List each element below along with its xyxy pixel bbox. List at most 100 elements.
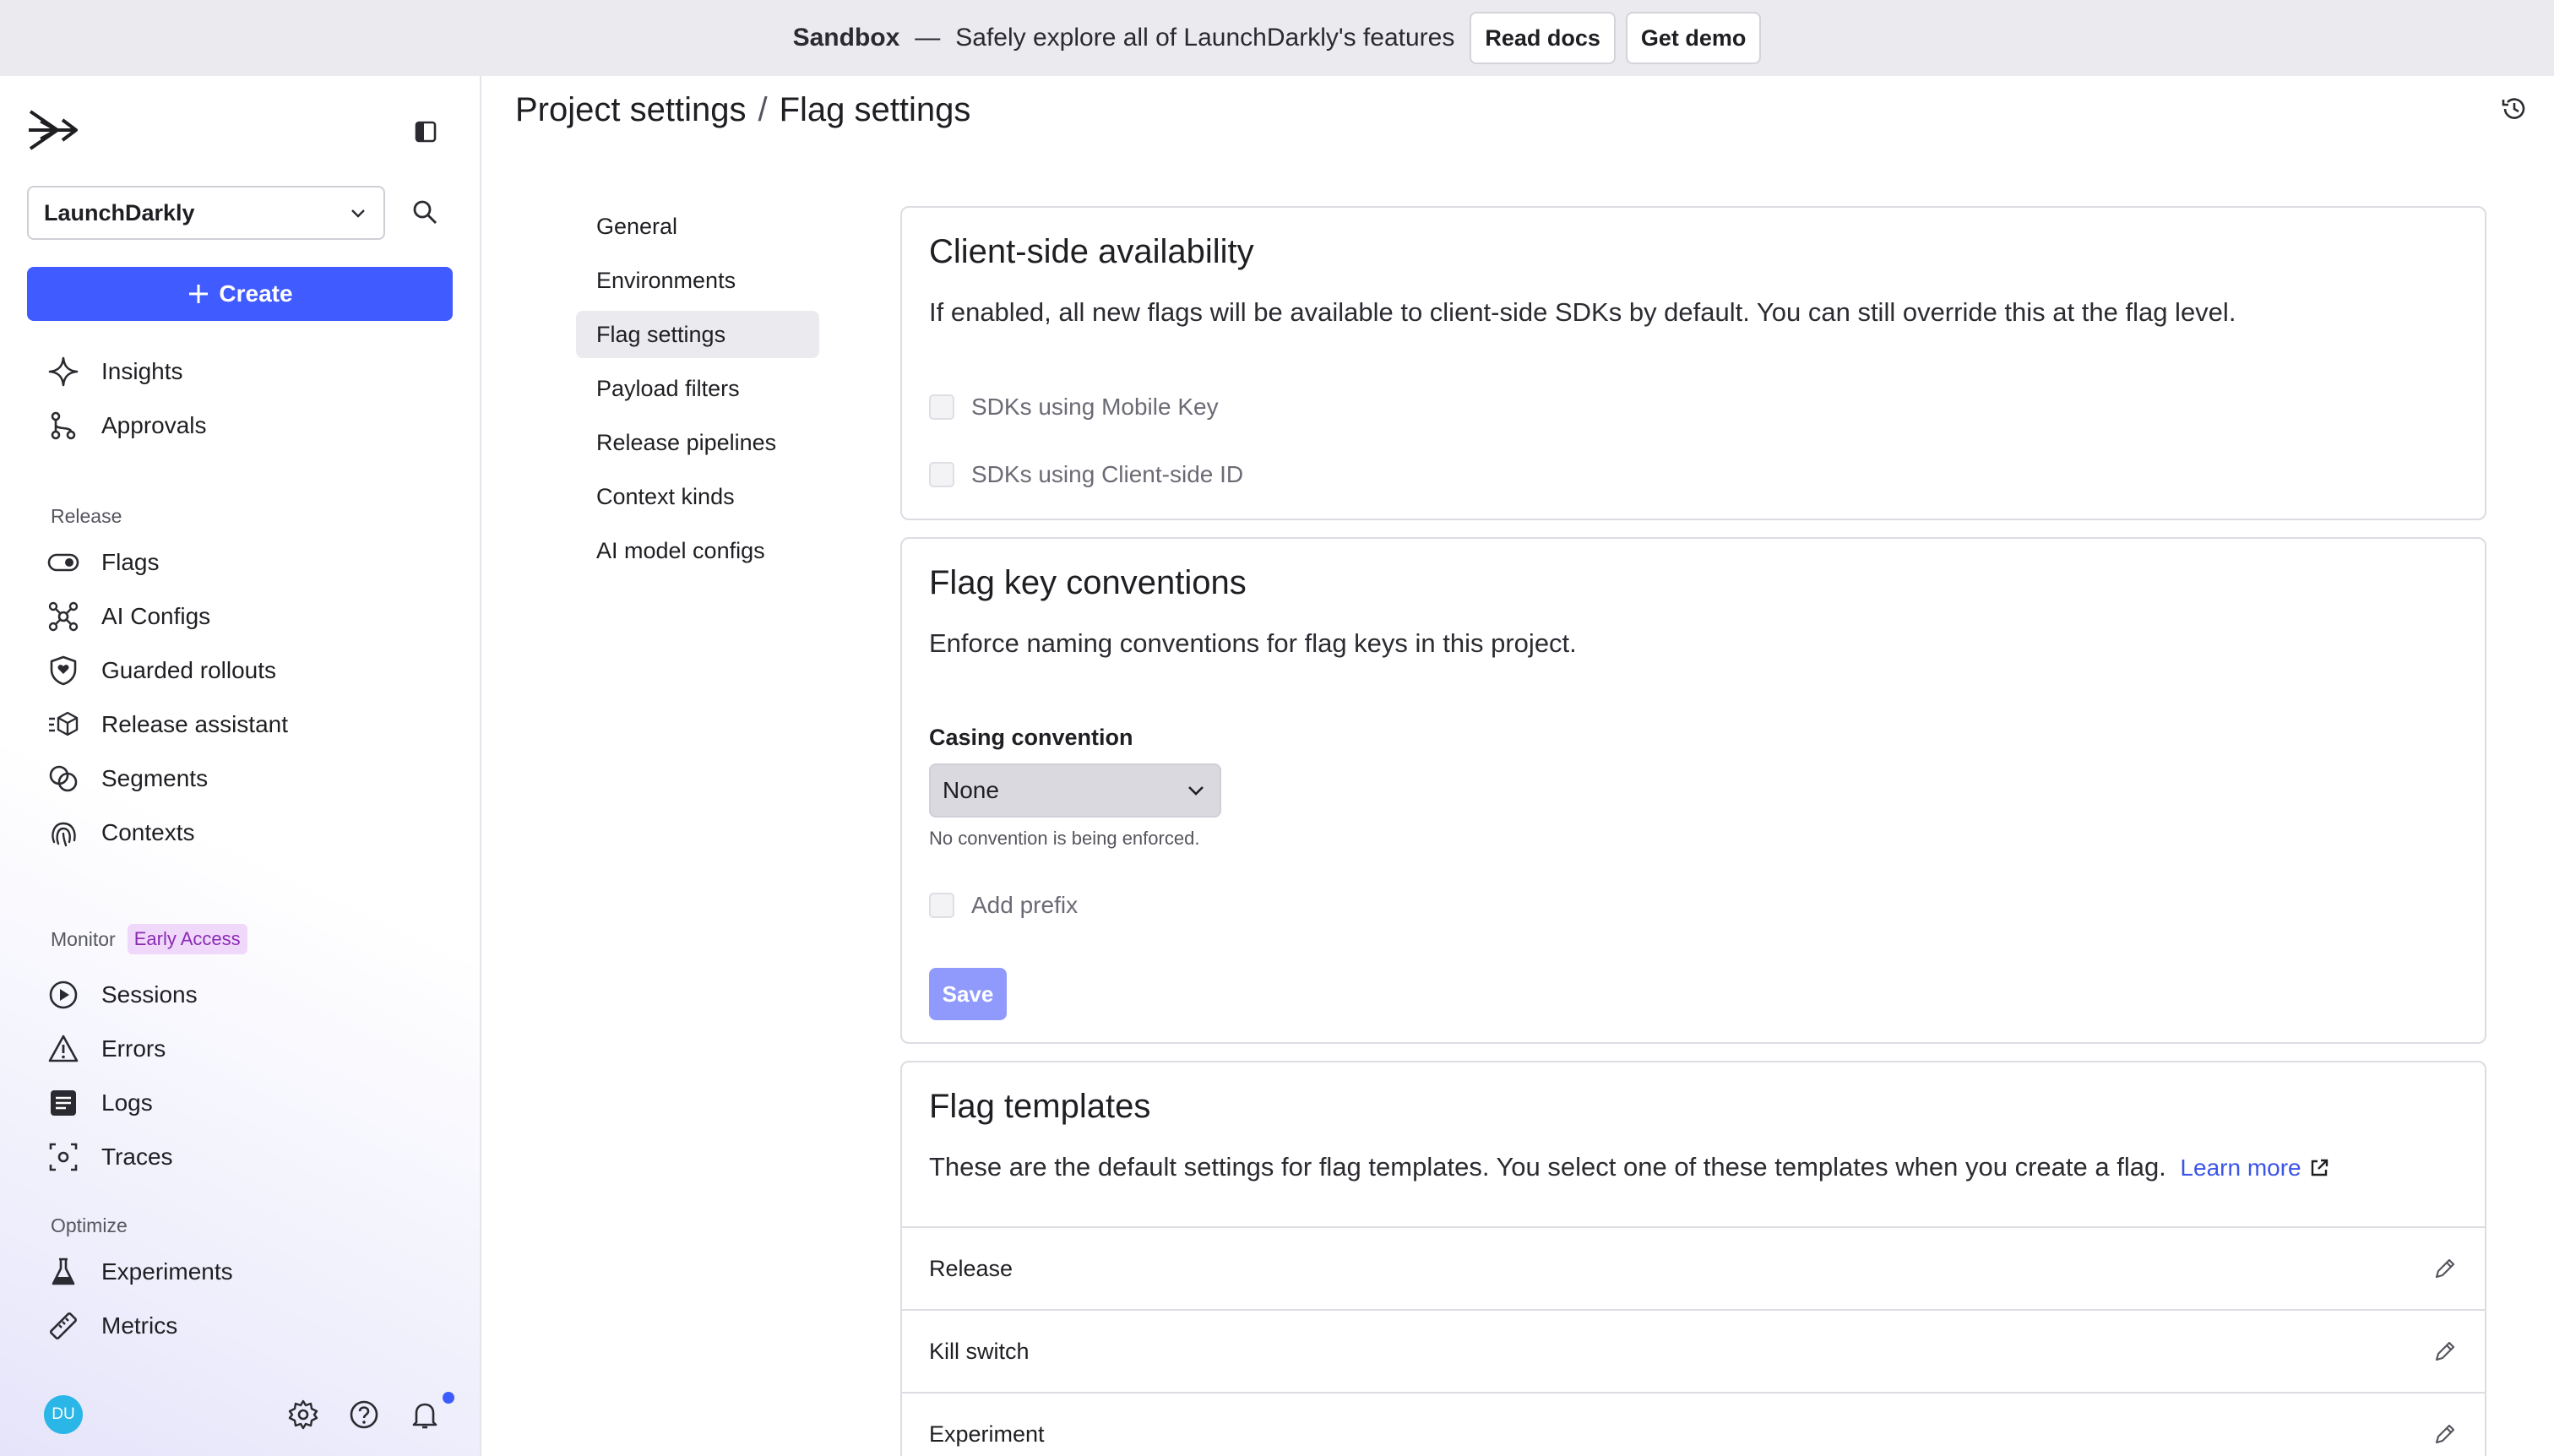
subnav-release-pipelines[interactable]: Release pipelines: [576, 419, 819, 466]
gear-icon[interactable]: [287, 1399, 319, 1431]
card-title: Flag templates: [929, 1088, 1151, 1125]
sidebar-item-experiments[interactable]: Experiments: [47, 1250, 453, 1294]
notification-dot: [443, 1392, 454, 1404]
chevron-down-icon: [348, 203, 368, 223]
sidebar-item-label: Flags: [101, 549, 160, 575]
sidebar-item-segments[interactable]: Segments: [47, 757, 453, 801]
sidebar-item-release-assistant[interactable]: Release assistant: [47, 703, 453, 747]
get-demo-button[interactable]: Get demo: [1625, 12, 1762, 64]
play-icon: [47, 979, 79, 1011]
card-title: Flag key conventions: [929, 564, 1247, 601]
flag-templates-card: Flag templates These are the default set…: [900, 1061, 2486, 1456]
pencil-icon[interactable]: [2432, 1421, 2458, 1447]
mobile-key-checkbox[interactable]: [929, 394, 954, 420]
logs-icon: [47, 1087, 79, 1119]
add-prefix-option[interactable]: Add prefix: [929, 892, 1078, 919]
subnav-context-kinds[interactable]: Context kinds: [576, 473, 819, 520]
sidebar-item-label: Metrics: [101, 1312, 178, 1339]
collapse-sidebar-icon[interactable]: [412, 118, 439, 145]
client-side-id-option[interactable]: SDKs using Client-side ID: [929, 461, 1243, 488]
template-name: Kill switch: [929, 1338, 1030, 1364]
client-side-id-checkbox[interactable]: [929, 462, 954, 487]
client-side-availability-card: Client-side availability If enabled, all…: [900, 206, 2486, 520]
early-access-badge: Early Access: [127, 924, 247, 954]
search-icon[interactable]: [410, 198, 439, 226]
templates-description-text: These are the default settings for flag …: [929, 1152, 2166, 1182]
sidebar-item-label: Logs: [101, 1089, 153, 1116]
fingerprint-icon: [47, 817, 79, 849]
section-label-monitor: Monitor Early Access: [51, 924, 247, 954]
learn-more-link[interactable]: Learn more: [2180, 1154, 2329, 1182]
sidebar-footer: DU: [0, 1382, 480, 1441]
sidebar-item-flags[interactable]: Flags: [47, 541, 453, 584]
sidebar-item-sessions[interactable]: Sessions: [47, 973, 453, 1017]
sidebar-item-guarded-rollouts[interactable]: Guarded rollouts: [47, 649, 453, 693]
sidebar-item-label: AI Configs: [101, 603, 211, 629]
learn-more-label: Learn more: [2180, 1154, 2301, 1181]
flag-key-conventions-card: Flag key conventions Enforce naming conv…: [900, 537, 2486, 1044]
template-name: Release: [929, 1255, 1013, 1281]
read-docs-button[interactable]: Read docs: [1470, 12, 1616, 64]
settings-subnav: General Environments Flag settings Paylo…: [576, 203, 819, 581]
sidebar-item-ai-configs[interactable]: AI Configs: [47, 595, 453, 638]
breadcrumb: Project settings / Flag settings: [515, 84, 970, 135]
create-button[interactable]: Create: [27, 267, 453, 321]
toggle-icon: [47, 546, 79, 579]
sidebar-item-logs[interactable]: Logs: [47, 1081, 453, 1125]
launchdarkly-logo-icon[interactable]: [25, 103, 79, 157]
template-row-kill-switch[interactable]: Kill switch: [902, 1309, 2485, 1392]
project-selector[interactable]: LaunchDarkly: [27, 186, 385, 240]
template-row-experiment[interactable]: Experiment: [902, 1392, 2485, 1456]
sidebar-item-label: Experiments: [101, 1258, 233, 1285]
save-button[interactable]: Save: [929, 968, 1007, 1020]
breadcrumb-project-settings[interactable]: Project settings: [515, 91, 746, 129]
card-description: These are the default settings for flag …: [929, 1152, 2330, 1182]
warning-icon: [47, 1033, 79, 1065]
banner-text: Sandbox — Safely explore all of LaunchDa…: [793, 24, 1455, 52]
avatar[interactable]: DU: [44, 1395, 83, 1434]
casing-convention-value: None: [943, 777, 999, 803]
chevron-down-icon: [1184, 779, 1208, 802]
sidebar-item-errors[interactable]: Errors: [47, 1027, 453, 1071]
template-row-release[interactable]: Release: [902, 1226, 2485, 1309]
segments-icon: [47, 763, 79, 795]
add-prefix-checkbox[interactable]: [929, 893, 954, 918]
sidebar-item-label: Insights: [101, 358, 183, 384]
sidebar-item-label: Sessions: [101, 981, 198, 1008]
sidebar-item-label: Guarded rollouts: [101, 657, 277, 683]
banner-subtitle: Safely explore all of LaunchDarkly's fea…: [955, 24, 1455, 52]
card-description: If enabled, all new flags will be availa…: [929, 297, 2236, 327]
monitor-label: Monitor: [51, 927, 116, 950]
subnav-payload-filters[interactable]: Payload filters: [576, 365, 819, 412]
sidebar-item-traces[interactable]: Traces: [47, 1135, 453, 1179]
option-label: SDKs using Mobile Key: [971, 394, 1219, 420]
breadcrumb-separator: /: [758, 90, 768, 128]
subnav-flag-settings[interactable]: Flag settings: [576, 311, 819, 358]
page-title: Flag settings: [779, 90, 971, 128]
shield-icon: [47, 655, 79, 687]
card-description: Enforce naming conventions for flag keys…: [929, 628, 1577, 658]
sidebar-item-label: Release assistant: [101, 711, 289, 737]
help-icon[interactable]: [348, 1399, 380, 1431]
pencil-icon[interactable]: [2432, 1339, 2458, 1364]
sidebar-item-contexts[interactable]: Contexts: [47, 811, 453, 855]
template-name: Experiment: [929, 1421, 1045, 1447]
section-label-release: Release: [51, 505, 122, 527]
option-label: Add prefix: [971, 892, 1079, 918]
bell-icon[interactable]: [409, 1399, 441, 1431]
sidebar-item-approvals[interactable]: Approvals: [47, 404, 453, 448]
sidebar-item-metrics[interactable]: Metrics: [47, 1304, 453, 1348]
sidebar-item-label: Approvals: [101, 412, 207, 438]
banner-title: Sandbox: [792, 24, 900, 52]
external-link-icon: [2308, 1157, 2330, 1179]
create-label: Create: [219, 280, 293, 307]
sidebar-item-insights[interactable]: Insights: [47, 350, 453, 394]
subnav-environments[interactable]: Environments: [576, 257, 819, 304]
casing-convention-select[interactable]: None: [929, 763, 1221, 818]
subnav-general[interactable]: General: [576, 203, 819, 250]
sandbox-banner: Sandbox — Safely explore all of LaunchDa…: [0, 0, 2554, 76]
mobile-key-option[interactable]: SDKs using Mobile Key: [929, 394, 1219, 421]
pencil-icon[interactable]: [2432, 1256, 2458, 1281]
history-icon[interactable]: [2500, 95, 2529, 123]
subnav-ai-model-configs[interactable]: AI model configs: [576, 527, 819, 574]
